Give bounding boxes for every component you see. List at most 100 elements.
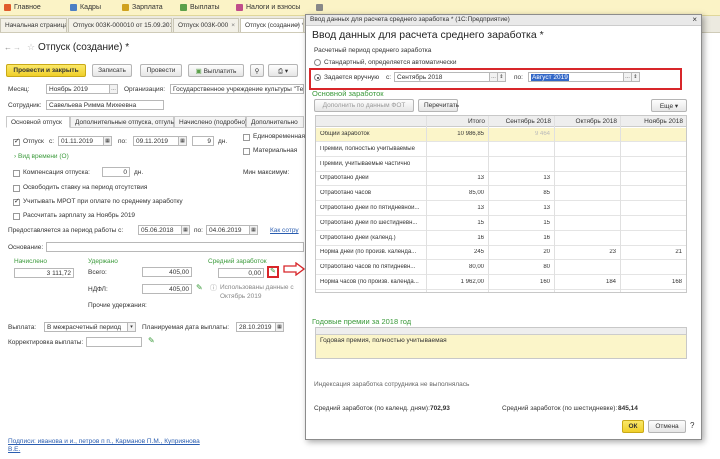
- signatures-link[interactable]: Подписи: иванова и и., петров п п., Карм…: [8, 438, 200, 445]
- post-and-close-button[interactable]: Провести и закрыть: [6, 64, 86, 77]
- fill-from-fot-button[interactable]: Дополнить по данным ФОТ: [314, 99, 414, 112]
- period-auto-radio[interactable]: [314, 59, 321, 66]
- compensation-days-input[interactable]: 0: [102, 167, 130, 177]
- table-row[interactable]: Норма дней (по произв. календа... 245 20 23…: [316, 246, 686, 261]
- menu-item[interactable]: [316, 4, 326, 11]
- earnings-table: Итого Сентябрь 2018 Октябрь 2018 Ноябрь …: [315, 115, 687, 293]
- tab[interactable]: Отпуск (создание) * ×: [240, 18, 304, 32]
- dialog-heading: Ввод данных для расчета среднего заработ…: [312, 29, 544, 41]
- printer-icon: ⎙ ▾: [277, 68, 289, 75]
- table-row[interactable]: Премии, полностью учитываемые: [316, 143, 686, 157]
- reread-button[interactable]: Перечитать: [418, 99, 459, 112]
- table-row[interactable]: Отработано часов 85,00 85: [316, 187, 686, 202]
- chevron-right-icon: ›: [14, 153, 17, 160]
- other-withholdings-label: Прочие удержания:: [88, 302, 147, 309]
- edit-avg-earnings-button[interactable]: ✎: [267, 266, 279, 278]
- table-row[interactable]: Отработано дней (календ.) 16 16: [316, 232, 686, 246]
- post-button[interactable]: Провести: [140, 64, 182, 77]
- avg-calendar-value: 702,93: [430, 405, 450, 412]
- provided-help-link[interactable]: Как сотру: [270, 227, 299, 234]
- table-cell: 9 464: [534, 131, 550, 137]
- table-row[interactable]: Отработано дней по шестидневн... 15 15: [316, 217, 686, 231]
- help-icon[interactable]: ?: [690, 421, 694, 430]
- compensation-checkbox[interactable]: [13, 170, 20, 177]
- payout-dropdown[interactable]: ▾: [128, 322, 136, 332]
- month-input[interactable]: Ноябрь 2019: [46, 84, 110, 94]
- table-cell: 13: [543, 205, 550, 211]
- close-tab-icon[interactable]: ×: [296, 22, 300, 29]
- save-button[interactable]: Записать: [92, 64, 132, 77]
- provided-to-label: по:: [194, 227, 203, 234]
- one-time-checkbox[interactable]: [243, 134, 250, 141]
- close-tab-icon[interactable]: ×: [231, 22, 235, 29]
- cancel-button[interactable]: Отмена: [648, 420, 686, 433]
- edit-correction-icon[interactable]: ✎: [148, 336, 155, 345]
- provided-to-calendar[interactable]: ▦: [250, 225, 258, 235]
- annual-bonus-heading: Годовые премии за 2018 год: [312, 317, 412, 326]
- more-button[interactable]: Еще ▾: [651, 99, 687, 112]
- forward-arrow-icon[interactable]: →: [13, 43, 21, 52]
- subtab-main-vacation[interactable]: Основной отпуск: [6, 116, 70, 128]
- ok-button[interactable]: ОК: [622, 420, 644, 433]
- recalc-salary-checkbox[interactable]: [13, 213, 20, 220]
- tab[interactable]: Отпуск 003К-000010 от 15.09.2019 ×: [68, 18, 172, 32]
- edit-ndfl-icon[interactable]: ✎: [196, 283, 203, 292]
- table-row[interactable]: Отработано дней 13 13: [316, 172, 686, 187]
- provided-from-input[interactable]: 05.06.2018: [138, 225, 182, 235]
- vacation-to-input[interactable]: 09.11.2019: [133, 136, 179, 146]
- payout-input[interactable]: В межрасчетный период: [44, 322, 128, 332]
- vacation-from-input[interactable]: 01.11.2019: [58, 136, 104, 146]
- vacation-to-label: по:: [118, 138, 127, 145]
- dialog-close-icon[interactable]: ×: [692, 15, 697, 24]
- table-row[interactable]: Отработано часов по пятидневн... 80,00 80: [316, 261, 686, 276]
- close-tab-icon[interactable]: ×: [164, 22, 168, 29]
- planned-date-calendar[interactable]: ▦: [276, 322, 284, 332]
- tab[interactable]: Отпуск 003К-000 ×: [173, 18, 239, 32]
- material-aid-label: Материальная: [253, 147, 298, 154]
- employee-input[interactable]: Савельева Римма Михеевна: [46, 100, 164, 110]
- table-row[interactable]: Общий заработок 10 986,85 9 464: [316, 128, 686, 142]
- subtab-accrued-details[interactable]: Начислено (подробно): [174, 116, 247, 128]
- time-type-toggle[interactable]: › Вид времени (О): [14, 153, 69, 160]
- provided-to-input[interactable]: 04.06.2019: [206, 225, 250, 235]
- tab[interactable]: Начальная страница: [0, 18, 67, 32]
- table-row[interactable]: Премии, учитываемые частично: [316, 158, 686, 172]
- attach-button[interactable]: ⚲: [250, 64, 264, 77]
- subtab-additional[interactable]: Дополнительно: [246, 116, 304, 128]
- favorite-star-icon[interactable]: ☆: [27, 42, 35, 53]
- table-header-name: [316, 116, 426, 127]
- pay-button[interactable]: ▣ Выплатить: [188, 64, 244, 77]
- print-button[interactable]: ⎙ ▾: [268, 64, 298, 77]
- days-unit-label: дн.: [218, 138, 228, 145]
- vacation-days-input[interactable]: 9: [192, 136, 214, 146]
- free-rate-checkbox[interactable]: [13, 185, 20, 192]
- menu-item[interactable]: Главное: [4, 4, 41, 11]
- vacation-to-calendar[interactable]: ▦: [179, 136, 187, 146]
- month-label: Месяц:: [8, 86, 30, 93]
- provided-period-label: Предоставляется за период работы с:: [8, 227, 124, 234]
- row-label: Премии, учитываемые частично: [320, 160, 411, 167]
- table-row[interactable]: Норма часов (по произв. календа... 1 962,…: [316, 276, 686, 290]
- table-row[interactable]: Отработано дней по пятидневной... 13 13: [316, 202, 686, 216]
- vacation-checkbox[interactable]: [13, 137, 20, 146]
- organization-input[interactable]: Государственное учреждение культуры "Те: [170, 84, 304, 94]
- menu-item[interactable]: Налоги и взносы: [236, 4, 300, 11]
- menu-item[interactable]: Зарплата: [122, 4, 163, 11]
- correction-input[interactable]: [86, 337, 142, 347]
- month-select-button[interactable]: …: [110, 84, 118, 94]
- row-label: Отработано дней (календ.): [320, 234, 396, 241]
- material-aid-checkbox[interactable]: [243, 148, 250, 155]
- mrot-checkbox[interactable]: [13, 197, 20, 206]
- subtab-additional-vacations[interactable]: Дополнительные отпуска, отгулы: [70, 116, 175, 128]
- basis-input[interactable]: [46, 242, 304, 252]
- back-arrow-icon[interactable]: ←: [4, 43, 12, 52]
- provided-from-calendar[interactable]: ▦: [182, 225, 190, 235]
- table-cell: 1 962,00: [460, 279, 484, 285]
- signatures-link-cont[interactable]: В.Е.: [8, 446, 20, 453]
- planned-date-input[interactable]: 28.10.2019: [236, 322, 276, 332]
- vacation-from-calendar[interactable]: ▦: [104, 136, 112, 146]
- withheld-heading: Удержано: [88, 258, 118, 265]
- menu-item[interactable]: Кадры: [70, 4, 101, 11]
- menu-icon: [236, 4, 243, 11]
- menu-item[interactable]: Выплаты: [180, 4, 220, 11]
